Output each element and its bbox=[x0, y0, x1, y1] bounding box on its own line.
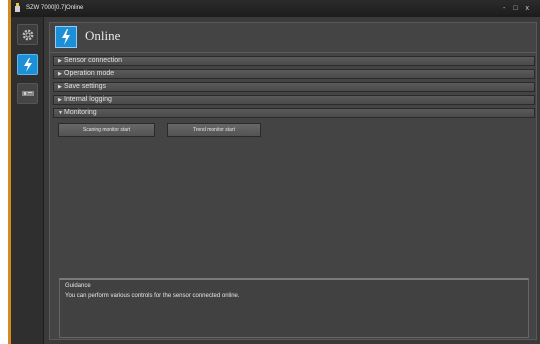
online-panel: Online ▶ Sensor connection ▶ Operation mod… bbox=[49, 22, 537, 340]
minimize-button[interactable]: - bbox=[503, 0, 508, 17]
section-monitoring[interactable]: ▼Monitoring bbox=[53, 108, 535, 118]
rail-item-settings[interactable] bbox=[17, 24, 38, 45]
window-title: SZW 7000[0.7]Online bbox=[26, 5, 84, 11]
app-icon bbox=[15, 3, 20, 12]
panel-header: Online bbox=[50, 23, 536, 53]
side-rail bbox=[11, 17, 44, 344]
page-title: Online bbox=[85, 28, 121, 43]
section-operation-mode[interactable]: ▶ Operation mode bbox=[53, 69, 535, 79]
section-label: Monitoring bbox=[64, 109, 97, 116]
rail-item-sensor[interactable] bbox=[17, 83, 38, 104]
lightning-icon bbox=[62, 29, 70, 45]
close-button[interactable]: x bbox=[526, 0, 533, 17]
section-label: Save settings bbox=[64, 83, 107, 90]
trend-monitor-start-button[interactable]: Trend monitor start bbox=[167, 123, 261, 137]
section-label: Internal logging bbox=[64, 96, 112, 103]
rail-item-online[interactable] bbox=[17, 54, 38, 75]
section-label: Operation mode bbox=[64, 70, 115, 77]
section-sensor-connection[interactable]: ▶ Sensor connection bbox=[53, 56, 535, 66]
guidance-heading: Guidance bbox=[65, 283, 91, 289]
section-save-settings[interactable]: ▶ Save settings bbox=[53, 82, 535, 92]
guidance-panel: Guidance You can perform various control… bbox=[59, 278, 529, 338]
scanning-monitor-start-button[interactable]: Scaning monitor start bbox=[58, 123, 155, 137]
section-internal-logging[interactable]: ▶ Internal logging bbox=[53, 95, 535, 105]
section-list: ▶ Sensor connection ▶ Operation mode ▶ Save… bbox=[53, 56, 535, 121]
sensor-device-icon bbox=[21, 90, 34, 96]
title-bar: SZW 7000[0.7]Online - □ x bbox=[11, 0, 540, 17]
guidance-text: You can perform various controls for the… bbox=[65, 293, 240, 299]
maximize-button[interactable]: □ bbox=[513, 0, 520, 17]
section-label: Sensor connection bbox=[64, 57, 122, 64]
window-controls: - □ x bbox=[503, 0, 532, 17]
gear-icon bbox=[22, 29, 33, 40]
header-icon-box bbox=[55, 26, 77, 48]
lightning-icon bbox=[23, 57, 32, 72]
app-window: SZW 7000[0.7]Online - □ x Online ▶ Senso… bbox=[8, 0, 540, 344]
